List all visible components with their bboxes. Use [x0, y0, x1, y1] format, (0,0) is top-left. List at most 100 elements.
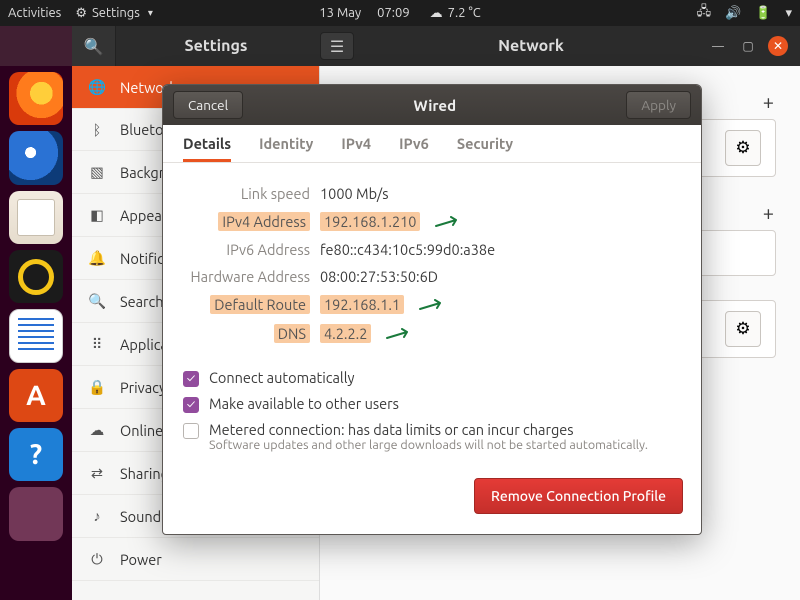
share-icon: ⇄: [88, 464, 106, 482]
headerbar-search-button[interactable]: 🔍: [72, 26, 116, 66]
clock-date: 13 May: [319, 6, 361, 20]
detail-label: Link speed: [175, 185, 320, 202]
globe-icon: 🌐: [88, 78, 106, 96]
music-icon: ♪: [88, 507, 106, 525]
checkbox[interactable]: [183, 423, 199, 439]
apply-button[interactable]: Apply: [626, 91, 691, 119]
dock-rhythmbox[interactable]: [9, 250, 63, 303]
checkbox-label: Metered connection: has data limits or c…: [209, 421, 648, 452]
detail-row: DNS4.2.2.2: [175, 324, 681, 343]
dock-files[interactable]: [9, 191, 63, 244]
gear-icon: ⚙: [735, 319, 750, 339]
headerbar-menu-button[interactable]: ☰: [320, 32, 354, 60]
clock[interactable]: 13 May 07:09: [319, 6, 409, 20]
topbar-app-menu[interactable]: ⚙ Settings: [75, 6, 153, 21]
bluetooth-icon: ᛒ: [88, 121, 106, 138]
battery-icon[interactable]: 🔋: [755, 6, 771, 21]
annotation-arrow-icon: [385, 325, 419, 342]
sidebar-item-label: Privacy: [120, 379, 166, 396]
window-close-button[interactable]: ✕: [768, 36, 788, 56]
dialog-body: Link speed1000 Mb/sIPv4 Address192.168.1…: [163, 163, 701, 478]
search-icon: 🔍: [88, 292, 106, 310]
remove-profile-button[interactable]: Remove Connection Profile: [474, 478, 683, 514]
activities-button[interactable]: Activities: [8, 6, 61, 20]
dialog-title: Wired: [413, 97, 456, 114]
checkbox[interactable]: [183, 371, 199, 387]
appearance-icon: ◧: [88, 206, 106, 224]
power-icon: ⏻: [88, 550, 106, 568]
grid-icon: ⠿: [88, 335, 106, 353]
detail-row: Default Route192.168.1.1: [175, 295, 681, 314]
dock-thunderbird[interactable]: [9, 131, 63, 184]
cancel-button[interactable]: Cancel: [173, 91, 243, 119]
headerbar-page-title: Network: [354, 37, 708, 55]
weather-indicator[interactable]: ☁ 7.2 °C: [430, 6, 481, 21]
detail-row: Link speed1000 Mb/s: [175, 185, 681, 202]
detail-value: 192.168.1.210: [320, 212, 420, 231]
tab-identity[interactable]: Identity: [259, 135, 313, 162]
detail-value: 1000 Mb/s: [320, 185, 389, 202]
checkbox-row: Metered connection: has data limits or c…: [183, 421, 681, 452]
window-minimize-button[interactable]: —: [708, 36, 728, 56]
gear-icon: ⚙: [75, 6, 87, 21]
sidebar-item-label: Search: [120, 293, 164, 310]
topbar-app-label: Settings: [92, 6, 140, 20]
dock-libreoffice-writer[interactable]: [9, 309, 63, 362]
network-status-icon[interactable]: 🖧: [697, 2, 712, 24]
chevron-down-icon[interactable]: ▾: [785, 6, 792, 21]
gear-icon: ⚙: [735, 138, 750, 158]
lock-icon: 🔒: [88, 378, 106, 396]
cloud-icon: ☁: [430, 6, 443, 21]
detail-row: Hardware Address08:00:27:53:50:6D: [175, 268, 681, 285]
dock-firefox[interactable]: [9, 72, 63, 125]
detail-label: DNS: [175, 325, 320, 342]
bell-icon: 🔔: [88, 249, 106, 267]
weather-temp: 7.2 °C: [448, 6, 481, 20]
add-vpn-button[interactable]: +: [763, 201, 774, 224]
volume-icon[interactable]: 🔊: [725, 6, 741, 21]
dock-software[interactable]: [9, 369, 63, 422]
detail-row: IPv4 Address192.168.1.210: [175, 212, 681, 231]
tab-ipv4[interactable]: IPv4: [341, 135, 371, 162]
checkbox-row: Connect automatically: [183, 369, 681, 387]
checkbox-label: Make available to other users: [209, 395, 399, 412]
dock-show-apps[interactable]: [9, 547, 63, 600]
sidebar-item-label: Power: [120, 551, 162, 568]
sidebar-item-power[interactable]: ⏻ Power: [72, 538, 319, 581]
detail-label: Hardware Address: [175, 268, 320, 285]
checkbox-row: Make available to other users: [183, 395, 681, 413]
sidebar-item-label: Sound: [120, 508, 161, 525]
detail-label: IPv4 Address: [175, 213, 320, 230]
detail-value: 4.2.2.2: [320, 324, 371, 343]
dock-top-spacer: [0, 26, 72, 66]
window-maximize-button[interactable]: ▢: [738, 36, 758, 56]
dock: [0, 66, 72, 600]
detail-value: 192.168.1.1: [320, 295, 404, 314]
detail-value: fe80::c434:10c5:99d0:a38e: [320, 241, 495, 258]
hamburger-icon: ☰: [330, 37, 344, 56]
dialog-titlebar: Cancel Wired Apply: [163, 85, 701, 125]
wired-settings-button[interactable]: ⚙: [725, 130, 761, 166]
tab-security[interactable]: Security: [457, 135, 513, 162]
annotation-arrow-icon: [418, 296, 452, 313]
annotation-arrow-icon: [434, 213, 468, 230]
detail-row: IPv6 Addressfe80::c434:10c5:99d0:a38e: [175, 241, 681, 258]
detail-label: IPv6 Address: [175, 241, 320, 258]
clock-time: 07:09: [377, 6, 410, 20]
detail-label: Default Route: [175, 296, 320, 313]
tab-details[interactable]: Details: [183, 135, 231, 162]
detail-value: 08:00:27:53:50:6D: [320, 268, 438, 285]
cloud-icon: ☁: [88, 421, 106, 439]
connection-editor-dialog: Cancel Wired Apply Details Identity IPv4 IP…: [162, 84, 702, 535]
proxy-settings-button[interactable]: ⚙: [725, 311, 761, 347]
checkbox[interactable]: [183, 397, 199, 413]
dock-app[interactable]: [9, 487, 63, 540]
search-icon: 🔍: [84, 37, 104, 56]
dock-help[interactable]: [9, 428, 63, 481]
dialog-tabs: Details Identity IPv4 IPv6 Security: [163, 125, 701, 163]
background-icon: ▧: [88, 163, 106, 181]
gnome-topbar: Activities ⚙ Settings 13 May 07:09 ☁ 7.2…: [0, 0, 800, 26]
add-wired-button[interactable]: +: [763, 90, 774, 113]
headerbar-app-title: Settings: [116, 37, 316, 55]
tab-ipv6[interactable]: IPv6: [399, 135, 429, 162]
